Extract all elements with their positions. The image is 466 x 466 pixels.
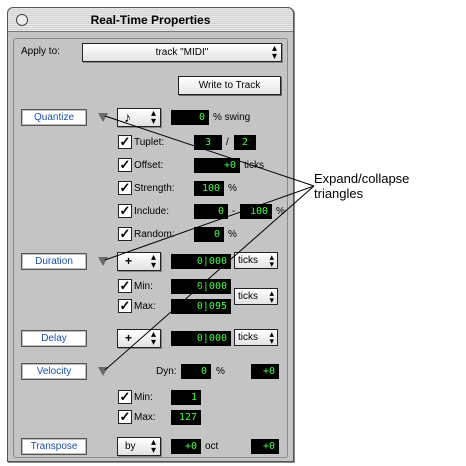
annotation-line-2: triangles [314,186,364,201]
callout-line-quantize [104,115,315,187]
callout-lines [104,115,315,371]
callout-line-duration [104,185,315,261]
annotation-line-1: Expand/collapse [314,171,410,186]
callout-line-velocity [104,185,315,371]
